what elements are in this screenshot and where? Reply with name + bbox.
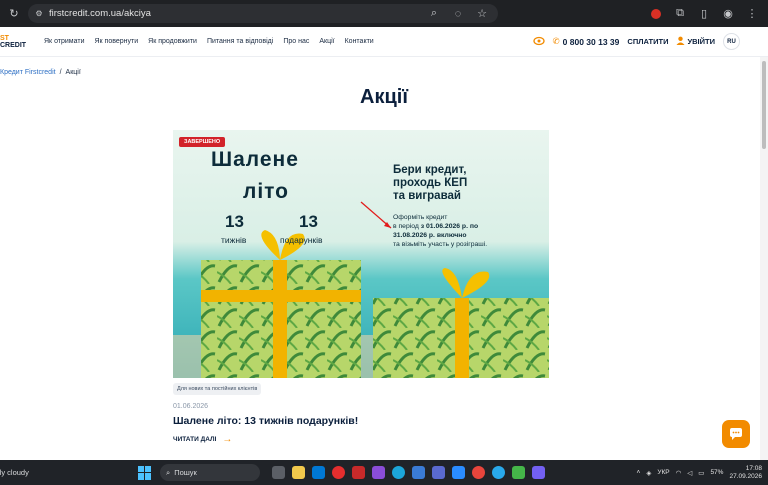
windows-start-icon[interactable] <box>138 465 152 480</box>
page-title: Акції <box>360 86 408 108</box>
status-badge: ЗАВЕРШЕНО <box>179 137 226 147</box>
breadcrumb-home[interactable]: Кредит Firstcredit <box>0 69 56 76</box>
edge-alt-icon[interactable] <box>312 466 325 479</box>
taskbar-search[interactable]: ⌕ Пошук <box>160 464 260 481</box>
copilot-icon[interactable] <box>372 466 385 479</box>
banner-headline-2: літо <box>243 180 290 203</box>
read-more-link[interactable]: ЧИТАТИ ДАЛІ → <box>173 434 232 445</box>
nav-promotions[interactable]: Акції <box>319 38 334 45</box>
login-button[interactable]: УВІЙТИ <box>676 36 715 47</box>
weather-widget[interactable]: lly cloudy <box>0 468 58 477</box>
phone-icon: ✆ <box>552 36 560 46</box>
extension-red-icon[interactable] <box>646 4 666 24</box>
zoom-icon[interactable]: ⌕ <box>424 4 444 24</box>
tray-chevron-icon[interactable]: ˄ <box>637 469 641 476</box>
profile-icon[interactable]: ◉ <box>718 4 738 24</box>
breadcrumb-separator: / <box>59 69 62 76</box>
clock[interactable]: 17:08 27.09.2026 <box>729 465 762 481</box>
promo-banner[interactable]: ЗАВЕРШЕНО Шалене літо 13 13 тижнів подар… <box>173 130 549 378</box>
extensions-icon[interactable]: ⧉ <box>670 4 690 24</box>
opera-icon[interactable] <box>332 466 345 479</box>
breadcrumb: Кредит Firstcredit / Акції <box>0 69 81 76</box>
arrow-right-icon: → <box>222 434 233 445</box>
banner-right-title: Бери кредит, проходь КЕП та вигравай <box>393 164 468 202</box>
scrollbar[interactable] <box>760 57 768 460</box>
store-icon[interactable] <box>412 466 425 479</box>
user-icon <box>676 36 685 47</box>
tray-app-icon[interactable]: ◈ <box>646 469 651 477</box>
menu-icon[interactable]: ⋮ <box>742 4 762 24</box>
breadcrumb-current: Акції <box>65 69 81 76</box>
nav-how-to-extend[interactable]: Як продовжити <box>148 38 197 45</box>
wifi-icon[interactable]: ◠ <box>676 469 682 477</box>
reload-icon[interactable]: ↻ <box>4 4 24 24</box>
star-icon[interactable]: ☆ <box>472 4 492 24</box>
weeks-label: тижнів <box>221 235 247 245</box>
viber-icon[interactable] <box>532 466 545 479</box>
audience-tag: Для нових та постійних клієнтів <box>173 383 262 395</box>
url-text: firstcredit.com.ua/akciya <box>49 8 151 19</box>
battery-percent: 57% <box>710 469 724 476</box>
accessibility-icon[interactable] <box>532 33 545 51</box>
chat-button[interactable] <box>722 420 750 448</box>
banner-description: Оформіть кредит в період з 01.06.2026 р.… <box>393 214 488 248</box>
site-header: ST CREDIT Як отримати Як повернути Як пр… <box>0 27 768 57</box>
nav-faq[interactable]: Питання та відповіді <box>207 38 273 45</box>
file-explorer-icon[interactable] <box>292 466 305 479</box>
task-view-icon[interactable] <box>272 466 285 479</box>
weeks-count: 13 <box>225 212 244 231</box>
browser-toolbar: ↻ ⚙ firstcredit.com.ua/akciya ⌕ ◌ ☆ ⧉ ▯ … <box>0 0 768 27</box>
side-panel-icon[interactable]: ▯ <box>694 4 714 24</box>
logo[interactable]: ST CREDIT <box>0 27 30 57</box>
address-bar[interactable]: ⚙ firstcredit.com.ua/akciya ⌕ ◌ ☆ <box>28 4 498 23</box>
promo-title[interactable]: Шалене літо: 13 тижнів подарунків! <box>173 415 358 427</box>
edge-icon[interactable] <box>392 466 405 479</box>
keyboard-language[interactable]: УКР <box>657 469 669 476</box>
nav-how-to-repay[interactable]: Як повернути <box>94 38 138 45</box>
gifts-count: 13 <box>299 212 318 231</box>
teams-icon[interactable] <box>432 466 445 479</box>
site-info-icon[interactable]: ⚙ <box>34 9 44 19</box>
chrome-icon[interactable] <box>472 466 485 479</box>
search-icon: ⌕ <box>166 467 171 477</box>
app-l-icon[interactable] <box>352 466 365 479</box>
nav-contacts[interactable]: Контакти <box>345 38 374 45</box>
promo-date: 01.06.2026 <box>173 403 209 410</box>
eye-off-icon[interactable]: ◌ <box>448 4 468 24</box>
telegram-icon[interactable] <box>492 466 505 479</box>
chat-icon <box>730 427 742 440</box>
language-switch[interactable]: RU <box>723 33 740 50</box>
taskbar: lly cloudy ⌕ Пошук ˄ ◈ УКР ◠ ◁ ▭ 57% 17:… <box>0 460 768 485</box>
gifts-label: подарунків <box>280 235 323 245</box>
volume-icon[interactable]: ◁ <box>687 469 692 477</box>
phone-link[interactable]: ✆ 0 800 30 13 39 <box>553 36 620 47</box>
nav-about[interactable]: Про нас <box>283 38 309 45</box>
battery-icon[interactable]: ▭ <box>698 469 704 477</box>
dropbox-icon[interactable] <box>452 466 465 479</box>
app-green-icon[interactable] <box>512 466 525 479</box>
nav-how-to-get[interactable]: Як отримати <box>44 38 84 45</box>
pay-button[interactable]: СПЛАТИТИ <box>627 37 668 46</box>
main-nav: Як отримати Як повернути Як продовжити П… <box>44 38 374 45</box>
banner-headline-1: Шалене <box>211 148 299 171</box>
